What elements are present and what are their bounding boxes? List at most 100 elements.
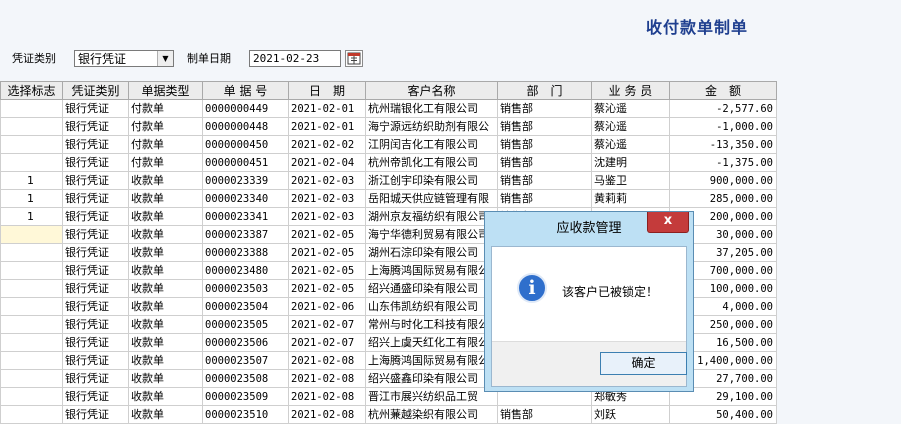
table-cell[interactable] — [0, 315, 63, 334]
table-cell: 0000023480 — [202, 261, 289, 280]
table-cell[interactable]: 1 — [0, 171, 63, 190]
table-cell[interactable] — [0, 351, 63, 370]
table-row[interactable]: 银行凭证 付款单 0000000449 2021-02-01 杭州瑞银化工有限公司 销售部… — [0, 99, 777, 118]
table-cell: 2021-02-08 — [288, 351, 366, 370]
table-cell[interactable] — [0, 243, 63, 262]
table-cell: 收款单 — [128, 369, 203, 388]
table-cell: 上海腾鸿国际贸易有限公司 — [365, 351, 498, 370]
table-cell: 银行凭证 — [62, 153, 129, 172]
table-cell[interactable] — [0, 261, 63, 280]
table-cell: 常州与时化工科技有限公司 — [365, 315, 498, 334]
table-row[interactable]: 银行凭证 付款单 0000000448 2021-02-01 海宁源远纺织助剂有限公 销售… — [0, 117, 777, 136]
column-header[interactable]: 客户名称 — [365, 81, 498, 100]
table-cell: 2021-02-08 — [288, 387, 366, 406]
table-cell: 0000000451 — [202, 153, 289, 172]
table-cell[interactable] — [0, 153, 63, 172]
table-cell: 杭州帝凯化工有限公司 — [365, 153, 498, 172]
table-cell: 绍兴上虞天红化工有限公司 — [365, 333, 498, 352]
column-header[interactable]: 凭证类别 — [62, 81, 129, 100]
close-icon[interactable]: x — [647, 212, 689, 233]
table-cell: 收款单 — [128, 225, 203, 244]
table-cell: 湖州石淙印染有限公司 — [365, 243, 498, 262]
table-cell: 2021-02-07 — [288, 333, 366, 352]
table-cell: 销售部 — [497, 405, 592, 424]
column-header[interactable]: 业 务 员 — [591, 81, 670, 100]
table-cell[interactable] — [0, 297, 63, 316]
table-cell: 银行凭证 — [62, 279, 129, 298]
table-cell: 0000023509 — [202, 387, 289, 406]
table-row[interactable]: 银行凭证 收款单 0000023510 2021-02-08 杭州蒹越染织有限公司 销售部… — [0, 405, 777, 424]
table-row[interactable]: 1 银行凭证 收款单 0000023339 2021-02-03 浙江创宇印染有限公司 销售… — [0, 171, 777, 190]
table-cell: 2021-02-04 — [288, 153, 366, 172]
ok-button[interactable]: 确定 — [600, 352, 687, 375]
table-cell: 银行凭证 — [62, 99, 129, 118]
table-cell: 2021-02-03 — [288, 207, 366, 226]
table-cell[interactable] — [0, 279, 63, 298]
table-cell[interactable] — [0, 405, 63, 424]
table-cell: 银行凭证 — [62, 189, 129, 208]
table-cell: -1,000.00 — [669, 117, 777, 136]
table-cell: 江阴闰吉化工有限公司 — [365, 135, 498, 154]
table-cell: 0000023508 — [202, 369, 289, 388]
column-header[interactable]: 单据类型 — [128, 81, 203, 100]
table-cell: 银行凭证 — [62, 333, 129, 352]
dialog-message: 该客户已被锁定！ — [562, 285, 659, 299]
table-cell[interactable] — [0, 135, 63, 154]
column-header[interactable]: 部 门 — [497, 81, 592, 100]
table-cell[interactable] — [0, 387, 63, 406]
table-cell: 285,000.00 — [669, 189, 777, 208]
table-cell: 收款单 — [128, 387, 203, 406]
table-cell: 50,400.00 — [669, 405, 777, 424]
date-field[interactable]: 2021-02-23 — [249, 50, 341, 67]
dialog-body: i 该客户已被锁定！ 确定 — [491, 246, 687, 387]
table-cell: 付款单 — [128, 153, 203, 172]
table-cell: 收款单 — [128, 279, 203, 298]
table-cell: 0000023341 — [202, 207, 289, 226]
column-header[interactable]: 金 额 — [669, 81, 777, 100]
table-cell: 2021-02-06 — [288, 297, 366, 316]
table-cell: 2021-02-05 — [288, 243, 366, 262]
table-cell: 银行凭证 — [62, 297, 129, 316]
table-cell: 0000023505 — [202, 315, 289, 334]
table-cell: -2,577.60 — [669, 99, 777, 118]
table-cell[interactable]: 1 — [0, 189, 63, 208]
column-header[interactable]: 选择标志 — [0, 81, 63, 100]
table-row[interactable]: 银行凭证 付款单 0000000451 2021-02-04 杭州帝凯化工有限公司 销售部… — [0, 153, 777, 172]
table-cell: 上海腾鸿国际贸易有限公司 — [365, 261, 498, 280]
table-cell: 2021-02-01 — [288, 117, 366, 136]
table-cell[interactable]: 1 — [0, 207, 63, 226]
calendar-icon — [347, 52, 361, 65]
table-cell: 销售部 — [497, 135, 592, 154]
table-cell: 银行凭证 — [62, 315, 129, 334]
column-header[interactable]: 单 据 号 — [202, 81, 289, 100]
table-row[interactable]: 银行凭证 付款单 0000000450 2021-02-02 江阴闰吉化工有限公司 销售部… — [0, 135, 777, 154]
table-cell: 收款单 — [128, 333, 203, 352]
dialog-footer: 确定 — [492, 341, 687, 386]
table-cell: 收款单 — [128, 189, 203, 208]
table-cell: 蔡沁遥 — [591, 99, 670, 118]
table-cell: 销售部 — [497, 171, 592, 190]
calendar-button[interactable] — [345, 50, 363, 67]
voucher-type-select[interactable]: 银行凭证 ▼ — [74, 50, 174, 67]
table-cell: 银行凭证 — [62, 243, 129, 262]
table-cell: 海宁源远纺织助剂有限公 — [365, 117, 498, 136]
table-cell: 收款单 — [128, 243, 203, 262]
table-cell: 岳阳城天供应链管理有限 — [365, 189, 498, 208]
table-cell: 收款单 — [128, 261, 203, 280]
chevron-down-icon[interactable]: ▼ — [157, 51, 173, 66]
table-cell: 晋江市展兴纺织品工贸 — [365, 387, 498, 406]
table-cell[interactable] — [0, 369, 63, 388]
table-cell: 收款单 — [128, 351, 203, 370]
table-cell: 2021-02-03 — [288, 189, 366, 208]
table-cell[interactable] — [0, 225, 63, 244]
voucher-type-label: 凭证类别 — [12, 52, 56, 65]
table-cell: 0000000450 — [202, 135, 289, 154]
table-cell[interactable] — [0, 333, 63, 352]
table-cell: 银行凭证 — [62, 225, 129, 244]
table-cell[interactable] — [0, 99, 63, 118]
table-cell[interactable] — [0, 117, 63, 136]
table-row[interactable]: 1 银行凭证 收款单 0000023340 2021-02-03 岳阳城天供应链管理有限销… — [0, 189, 777, 208]
table-cell: 0000023503 — [202, 279, 289, 298]
column-header[interactable]: 日 期 — [288, 81, 366, 100]
table-cell: 付款单 — [128, 99, 203, 118]
